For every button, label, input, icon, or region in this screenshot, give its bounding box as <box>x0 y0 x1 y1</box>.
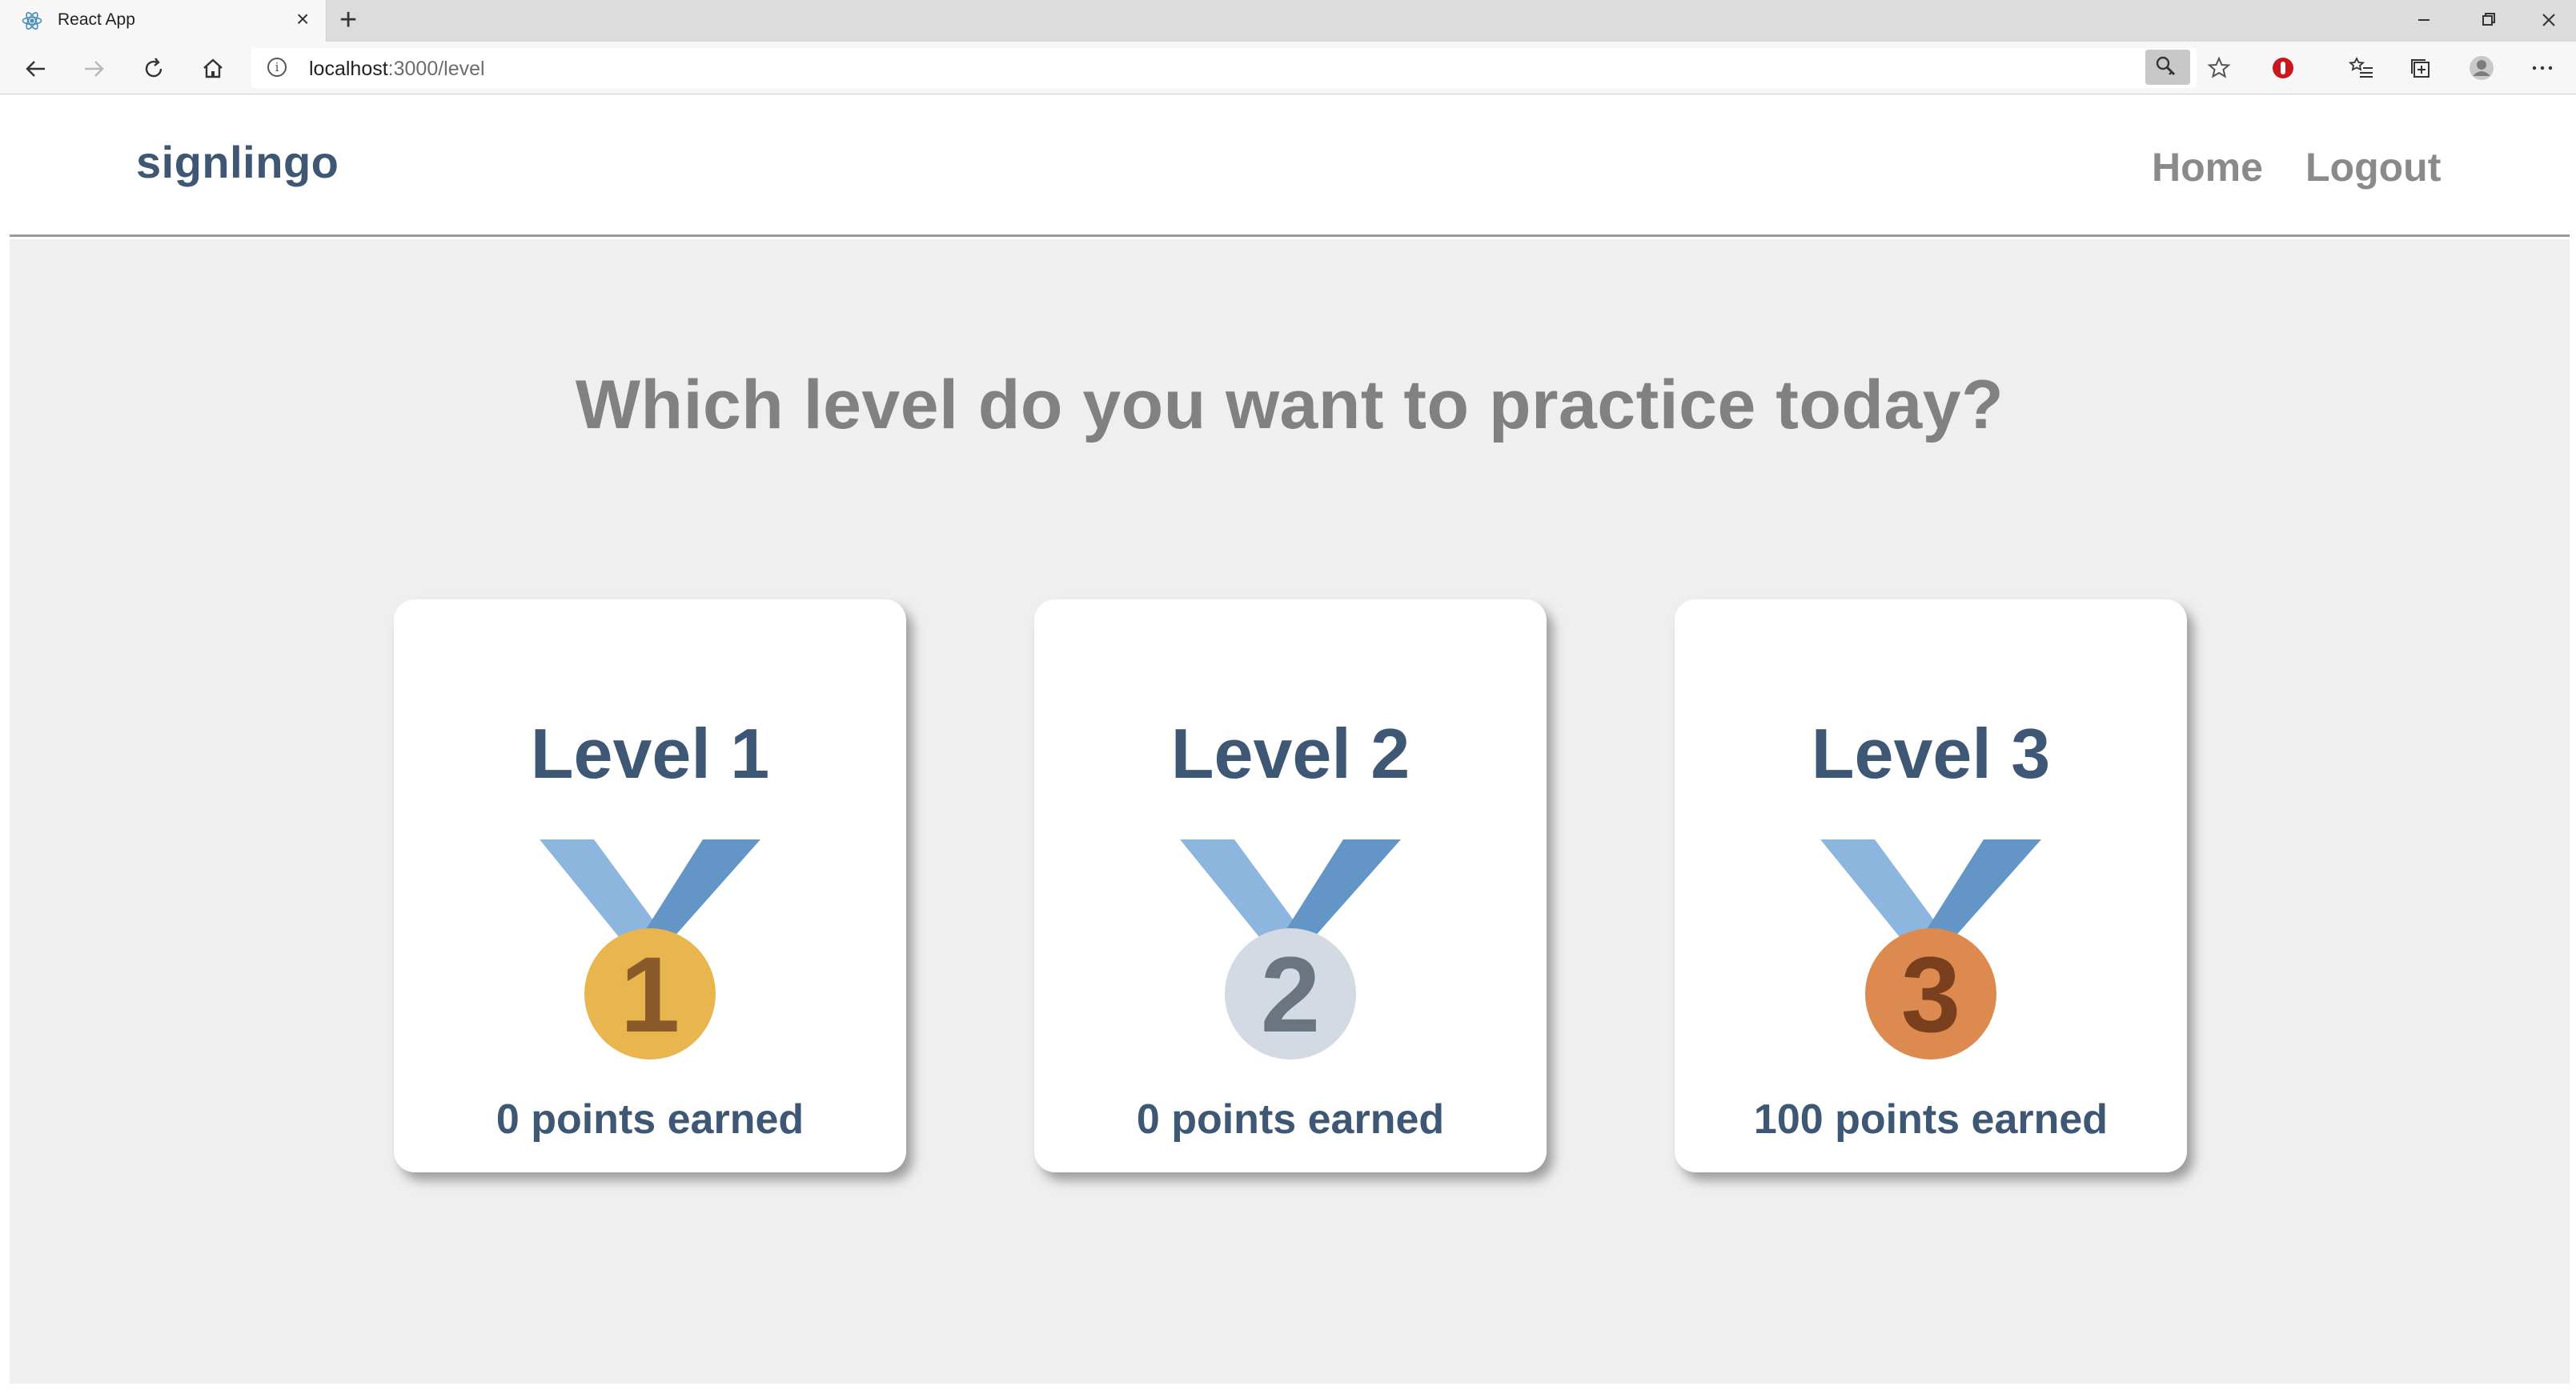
forward-arrow-icon[interactable] <box>80 54 109 83</box>
level-card-1[interactable]: Level 1 1 0 points earned <box>394 599 906 1172</box>
level-points: 100 points earned <box>1753 1096 2109 1143</box>
new-tab-icon[interactable]: + <box>339 4 357 36</box>
stop-extension-icon[interactable] <box>2267 52 2299 84</box>
restore-icon[interactable] <box>2472 6 2504 34</box>
gold-medal-icon: 1 <box>540 839 760 1060</box>
url-path: :3000/level <box>387 58 485 80</box>
collections-icon[interactable] <box>2405 52 2437 84</box>
ribbon-right <box>642 839 760 939</box>
level-title: Level 3 <box>1811 714 2051 793</box>
medal-number: 2 <box>1261 935 1321 1055</box>
ribbon-right <box>1923 839 2041 939</box>
medal-number: 1 <box>620 935 680 1055</box>
close-window-icon[interactable] <box>2533 6 2565 34</box>
favorite-star-icon[interactable] <box>2203 52 2235 84</box>
level-card-2[interactable]: Level 2 2 0 points earned <box>1034 599 1547 1172</box>
favorites-list-icon[interactable] <box>2345 52 2377 84</box>
bronze-medal-icon: 3 <box>1820 839 2041 1060</box>
info-icon[interactable]: i <box>267 58 287 77</box>
ribbon-left <box>1180 839 1305 942</box>
ribbon-right <box>1282 839 1401 939</box>
url-host: localhost <box>309 58 388 80</box>
level-title: Level 1 <box>530 714 770 793</box>
home-icon[interactable] <box>199 54 227 83</box>
ribbon-left <box>540 839 664 942</box>
ribbon-left <box>1820 839 1945 942</box>
silver-medal-icon: 2 <box>1180 839 1401 1060</box>
profile-avatar-icon[interactable] <box>2466 52 2498 84</box>
close-tab-icon[interactable]: × <box>296 7 309 31</box>
tab-title: React App <box>58 10 135 29</box>
level-points: 0 points earned <box>1136 1096 1445 1143</box>
nav-logout-link[interactable]: Logout <box>2305 144 2441 190</box>
level-selection: Which level do you want to practice toda… <box>10 239 2570 1384</box>
key-button[interactable] <box>2145 50 2190 85</box>
brand-logo[interactable]: signlingo <box>136 136 339 188</box>
page-title: Which level do you want to practice toda… <box>575 367 2004 443</box>
refresh-icon[interactable] <box>139 54 168 83</box>
minimize-icon[interactable] <box>2408 6 2440 34</box>
react-icon <box>22 12 42 30</box>
browser-toolbar: i localhost:3000/level <box>0 42 2576 94</box>
nav-home-link[interactable]: Home <box>2152 144 2263 190</box>
more-menu-icon[interactable] <box>2526 52 2558 84</box>
browser-tab[interactable]: React App × <box>0 0 327 42</box>
address-bar[interactable]: i localhost:3000/level <box>251 48 2197 88</box>
app-header: signlingo Home Logout <box>10 94 2570 237</box>
level-card-3[interactable]: Level 3 3 100 points earned <box>1675 599 2187 1172</box>
back-arrow-icon[interactable] <box>21 54 50 83</box>
level-title: Level 2 <box>1170 714 1410 793</box>
medal-number: 3 <box>1901 935 1961 1055</box>
page-viewport: signlingo Home Logout Which level do you… <box>0 94 2576 1394</box>
url-text: localhost:3000/level <box>309 58 485 81</box>
page-bottom-edge <box>0 1384 2576 1394</box>
key-icon <box>2156 56 2176 76</box>
browser-tab-bar: React App × + <box>0 0 2576 42</box>
level-points: 0 points earned <box>496 1096 804 1143</box>
